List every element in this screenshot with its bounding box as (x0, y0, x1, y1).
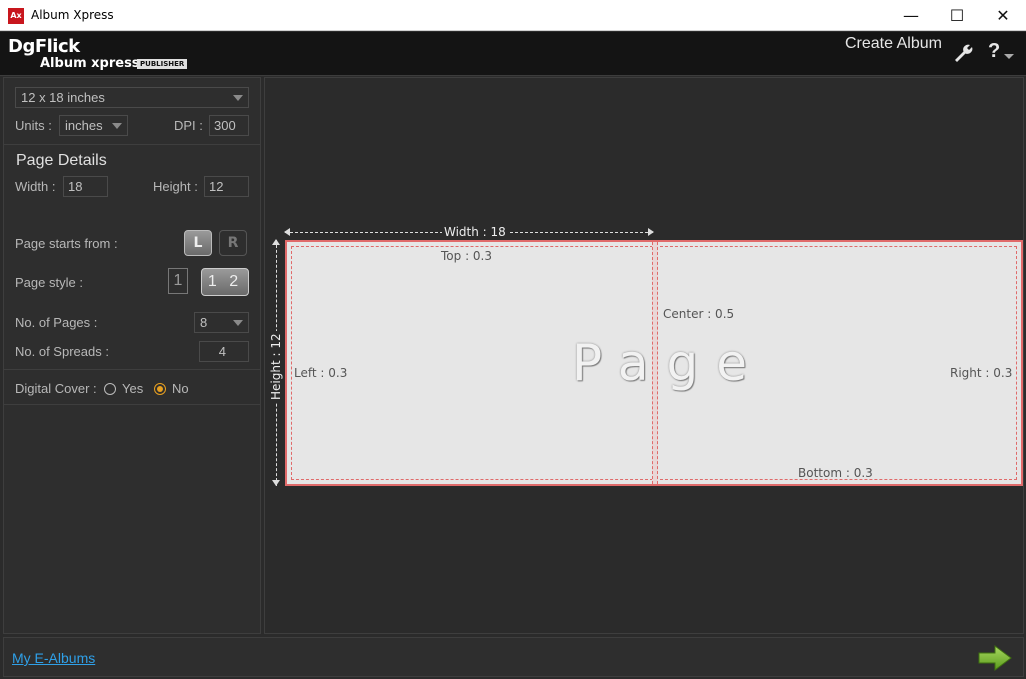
cover-no-label[interactable]: No (172, 381, 189, 396)
right-margin-label: Right : 0.3 (950, 366, 1013, 380)
app-header: DgFlick Album xpress PUBLISHER Create Al… (0, 32, 1026, 76)
start-right-button[interactable]: R (219, 230, 247, 256)
width-field[interactable]: 18 (63, 176, 108, 197)
chevron-down-icon (233, 320, 243, 326)
divider (4, 144, 260, 145)
wrench-icon[interactable] (952, 42, 976, 66)
arrow-down-icon (272, 480, 280, 486)
close-button[interactable]: ✕ (980, 0, 1026, 31)
left-margin-label: Left : 0.3 (294, 366, 348, 380)
help-icon[interactable]: ? (988, 40, 1000, 63)
page-spread[interactable]: Top : 0.3 Left : 0.3 Center : 0.5 Right … (285, 240, 1023, 486)
divider (4, 369, 260, 370)
minimize-button[interactable]: — (888, 0, 934, 31)
num-pages-label: No. of Pages : (15, 315, 98, 330)
divider (4, 404, 260, 405)
units-select[interactable]: inches (59, 115, 128, 136)
height-label: Height : (153, 179, 198, 194)
arrow-up-icon (272, 239, 280, 245)
bottom-margin-label: Bottom : 0.3 (798, 466, 873, 480)
album-canvas: Width : 18 Height : 12 Top : 0.3 Left : … (264, 77, 1024, 634)
maximize-button[interactable]: ☐ (934, 0, 980, 31)
single-page-style-button[interactable]: 1 (168, 268, 188, 294)
top-margin-label: Top : 0.3 (441, 249, 493, 263)
publisher-badge: PUBLISHER (137, 59, 188, 69)
page-starts-label: Page starts from : (15, 236, 118, 251)
help-dropdown-icon[interactable] (1004, 54, 1014, 59)
width-label: Width : (15, 179, 56, 194)
units-label: Units : (15, 118, 52, 133)
next-arrow-icon[interactable] (977, 644, 1013, 672)
my-e-albums-link[interactable]: My E-Albums (12, 650, 95, 666)
width-dimension-label: Width : 18 (442, 225, 508, 239)
app-footer: My E-Albums (3, 637, 1024, 677)
dpi-field[interactable]: 300 (209, 115, 249, 136)
page-style-label: Page style : (15, 275, 83, 290)
chevron-down-icon (112, 123, 122, 129)
settings-panel: 12 x 18 inches Units : inches DPI : 300 … (3, 77, 261, 634)
product-name: Album xpress (40, 56, 140, 71)
height-field[interactable]: 12 (204, 176, 249, 197)
arrow-left-icon (284, 228, 290, 236)
num-spreads-field: 4 (199, 341, 249, 362)
chevron-down-icon (233, 95, 243, 101)
cover-no-radio[interactable] (154, 383, 166, 395)
window-titlebar: Ax Album Xpress — ☐ ✕ (0, 0, 1026, 31)
dpi-label: DPI : (174, 118, 203, 133)
num-pages-select[interactable]: 8 (194, 312, 249, 333)
spread-page-style-button[interactable]: 1 2 (201, 268, 249, 296)
window-title: Album Xpress (31, 8, 114, 22)
create-album-title: Create Album (845, 35, 942, 52)
start-left-button[interactable]: L (184, 230, 212, 256)
app-icon: Ax (8, 8, 24, 24)
center-margin-label: Center : 0.5 (663, 307, 735, 321)
album-size-select[interactable]: 12 x 18 inches (15, 87, 249, 108)
dgflick-logo: DgFlick (8, 36, 80, 57)
cover-yes-label[interactable]: Yes (122, 381, 143, 396)
height-dimension-label: Height : 12 (269, 331, 283, 402)
arrow-right-icon (648, 228, 654, 236)
cover-yes-radio[interactable] (104, 383, 116, 395)
num-spreads-label: No. of Spreads : (15, 344, 109, 359)
page-details-title: Page Details (16, 152, 107, 169)
digital-cover-label: Digital Cover : (15, 381, 97, 396)
page-watermark: Page (572, 334, 766, 392)
